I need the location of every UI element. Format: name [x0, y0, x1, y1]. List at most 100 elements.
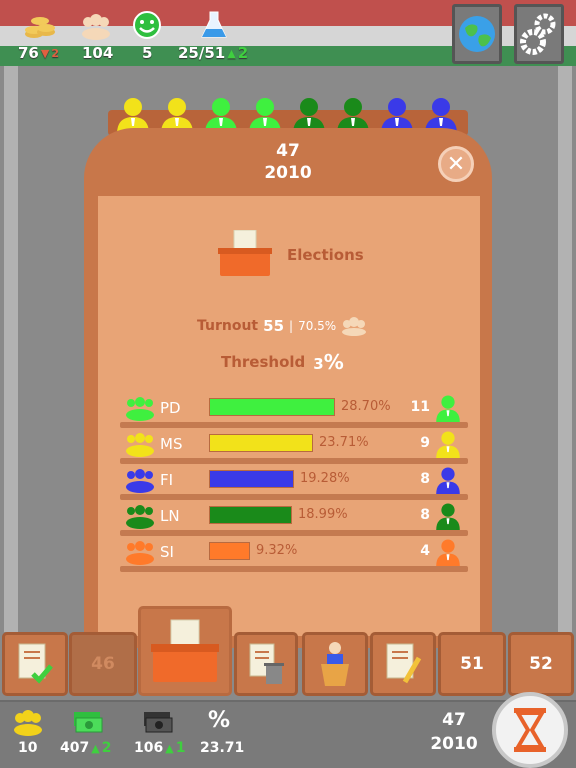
- vote-share-bar: [209, 434, 313, 452]
- tab-turn-52[interactable]: 52: [508, 632, 574, 696]
- party-member-icon: [434, 466, 462, 494]
- debt-stat: 106 ▲ 1: [134, 740, 185, 756]
- population-value: 104: [82, 44, 114, 62]
- document-check-icon: [18, 643, 53, 684]
- party-icon: [124, 539, 156, 565]
- seat-count: 9: [420, 435, 430, 451]
- trend-up-icon: ▲: [165, 741, 174, 755]
- party-name: FI: [160, 471, 174, 489]
- left-wall: [4, 66, 18, 632]
- close-button[interactable]: ✕: [438, 146, 474, 182]
- party-icon: [124, 395, 156, 421]
- party-name: SI: [160, 543, 174, 561]
- party-row-si: SI 9.32% 4: [120, 538, 468, 572]
- party-members-icon: [14, 710, 42, 736]
- party-name: PD: [160, 399, 181, 417]
- tab-turn-51-label: 51: [460, 654, 484, 674]
- ballot-box-icon: [218, 230, 272, 276]
- document-trash-icon: [249, 643, 284, 684]
- party-row-pd: PD 28.70% 11: [120, 394, 468, 428]
- turnout-info: Turnout 55 | 70.5%: [197, 316, 367, 336]
- crowd-icon: [82, 14, 110, 40]
- tab-turn-46-label: 46: [91, 654, 115, 674]
- turnout-percent: 70.5%: [298, 319, 337, 333]
- row-shelf: [120, 494, 468, 500]
- money-stat: 76 ▼ 2: [18, 44, 59, 62]
- flask-icon: [201, 11, 227, 38]
- current-year: 2010: [430, 734, 478, 754]
- party-row-ln: LN 18.99% 8: [120, 502, 468, 536]
- vote-share-bar: [209, 506, 292, 524]
- vote-share-bar: [209, 542, 250, 560]
- crowd-icon: [342, 317, 367, 336]
- smiley-icon: [133, 11, 161, 39]
- row-shelf: [120, 566, 468, 572]
- tab-speech[interactable]: [302, 632, 368, 696]
- podium-speaker-icon: [321, 642, 349, 686]
- ballot-box-icon: [151, 619, 219, 682]
- cash-value: 407: [60, 740, 90, 756]
- threshold-info: Threshold 3%: [221, 350, 344, 374]
- vote-share-bar: [209, 470, 294, 488]
- vote-share-bar: [209, 398, 335, 416]
- hourglass-icon: [514, 708, 546, 752]
- turnout-separator: |: [289, 319, 294, 333]
- panel-turn: 47: [276, 141, 300, 161]
- document-pencil-icon: [386, 643, 422, 684]
- elections-title: Elections: [287, 246, 364, 264]
- settings-button[interactable]: [514, 4, 564, 64]
- turnout-value: 55: [263, 317, 285, 335]
- party-icon: [124, 467, 156, 493]
- tab-laws-approved[interactable]: [2, 632, 68, 696]
- cash-icon: [74, 712, 103, 733]
- tab-repeal-law[interactable]: [234, 632, 298, 696]
- tab-elections[interactable]: [138, 606, 232, 696]
- tab-propose-law[interactable]: [370, 632, 436, 696]
- happiness-value: 5: [142, 44, 153, 62]
- world-map-button[interactable]: [452, 4, 502, 64]
- trend-down-icon: ▼: [40, 46, 50, 60]
- row-shelf: [120, 422, 468, 428]
- vote-share-percent: 19.28%: [300, 471, 350, 486]
- party-member-icon: [434, 430, 462, 458]
- debt-delta: 1: [175, 740, 186, 756]
- tab-turn-52-label: 52: [529, 654, 553, 674]
- money-delta: 2: [51, 46, 59, 60]
- party-member-icon: [434, 538, 462, 566]
- cash-stat: 407 ▲ 2: [60, 740, 111, 756]
- close-icon: ✕: [446, 151, 466, 177]
- seat-count: 11: [410, 399, 430, 415]
- turnout-label: Turnout: [197, 318, 259, 334]
- members-value: 10: [18, 740, 38, 756]
- vote-share-percent: 9.32%: [256, 543, 298, 558]
- vote-share-percent: 18.99%: [298, 507, 348, 522]
- party-name: MS: [160, 435, 183, 453]
- row-shelf: [120, 458, 468, 464]
- panel-date: 47 2010: [84, 140, 492, 184]
- debt-value: 106: [134, 740, 164, 756]
- research-delta: 2: [237, 44, 249, 62]
- party-row-fi: FI 19.28% 8: [120, 466, 468, 500]
- threshold-unit: %: [323, 350, 344, 374]
- party-row-ms: MS 23.71% 9: [120, 430, 468, 464]
- vote-share-stat: 23.71: [200, 740, 244, 756]
- globe-icon: [459, 16, 495, 52]
- vote-share-percent: 23.71%: [319, 435, 369, 450]
- threshold-label: Threshold: [221, 353, 306, 371]
- tab-turn-46[interactable]: 46: [69, 632, 137, 696]
- tab-turn-51[interactable]: 51: [438, 632, 506, 696]
- members-stat: 10: [18, 740, 37, 756]
- percent-icon: %: [208, 708, 231, 733]
- vote-share-percent: 28.70%: [341, 399, 391, 414]
- right-wall: [558, 66, 572, 632]
- panel-year: 2010: [264, 163, 312, 183]
- happiness-stat: 5: [142, 44, 152, 62]
- cash-delta: 2: [101, 740, 112, 756]
- seat-count: 4: [420, 543, 430, 559]
- party-member-icon: [434, 502, 462, 530]
- seat-count: 8: [420, 507, 430, 523]
- party-icon: [124, 431, 156, 457]
- trend-up-icon: ▲: [91, 741, 100, 755]
- current-turn-number: 47: [442, 710, 466, 730]
- end-turn-button[interactable]: [492, 692, 568, 768]
